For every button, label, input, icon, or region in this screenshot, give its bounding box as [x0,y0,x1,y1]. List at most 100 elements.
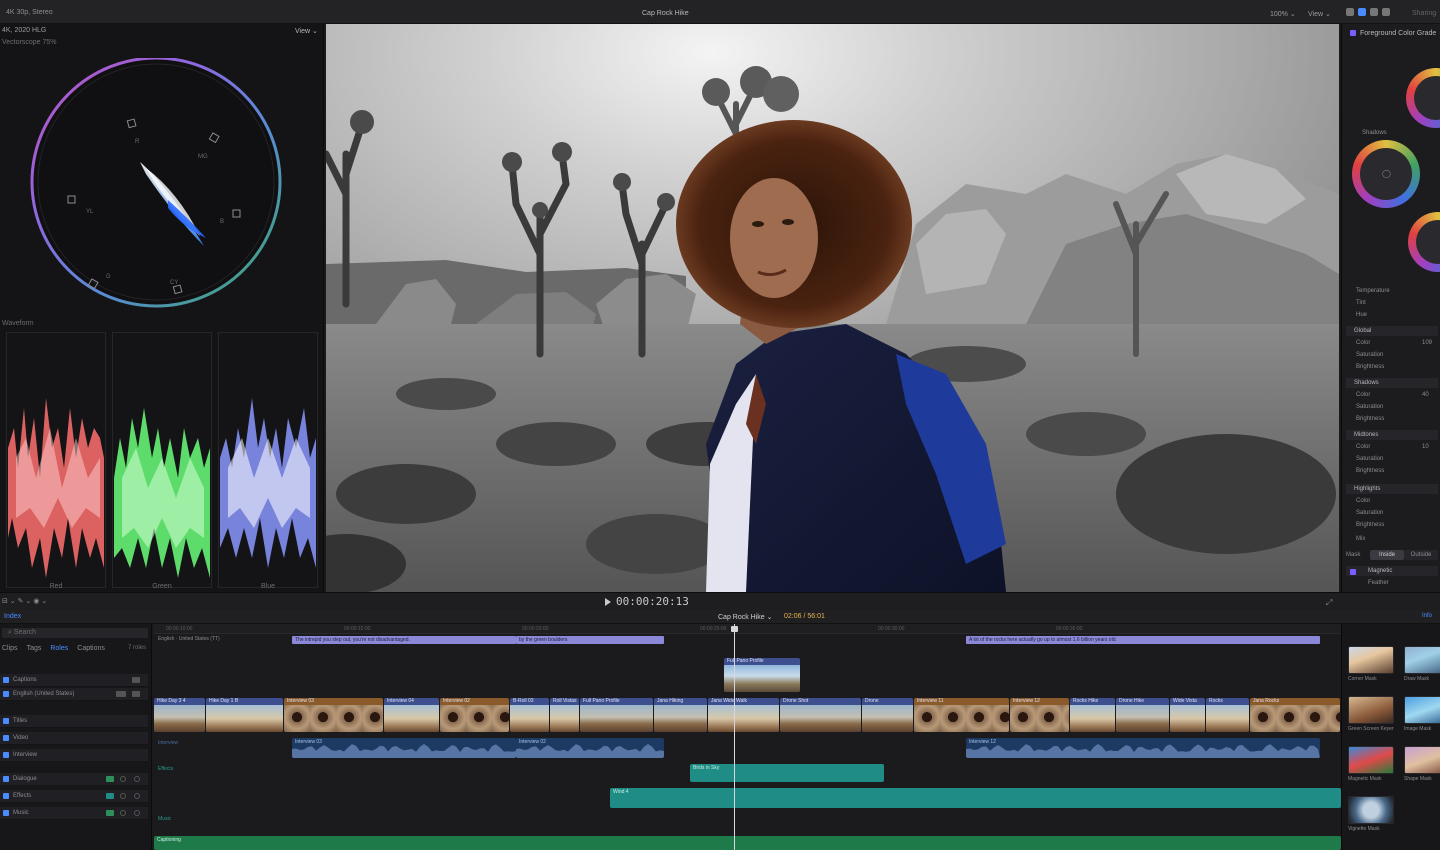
inspector-title[interactable]: Foreground Color Grade ⌄ [1350,29,1440,37]
role-row-effects[interactable]: Effects [0,790,148,803]
tab-captions[interactable]: Captions [77,645,105,652]
color-wheel-shadows[interactable]: ◯ [1352,140,1420,208]
audio-clip[interactable]: Interview 12 [966,738,1320,758]
storyline-clip[interactable]: B-Roll 03 [510,698,549,732]
role-checkbox[interactable] [3,793,9,799]
role-checkbox[interactable] [3,677,9,683]
scope-view-menu[interactable]: View ⌄ [295,27,318,35]
subrole-icon[interactable] [116,691,126,697]
lane-icon[interactable] [134,810,140,816]
role-checkbox[interactable] [3,752,9,758]
focus-icon[interactable] [120,776,126,782]
timeline[interactable]: 00:00:10:00 00:00:15:00 00:00:20:00 00:0… [154,624,1341,850]
caption-toggle-icon[interactable] [132,691,140,697]
edit-tools[interactable]: ⊟ ⌄ ✎ ⌄ ◉ ⌄ [2,597,47,605]
layout-icon[interactable] [1346,8,1354,16]
storyline-clip[interactable]: Interview 02 [440,698,509,732]
project-menu[interactable]: Cap Rock Hike ⌄ [718,613,773,621]
role-row-interview[interactable]: Interview [0,749,148,762]
effect-thumbnail[interactable]: Draw Mask [1404,646,1440,682]
section-global[interactable]: Global [1346,326,1438,336]
playhead[interactable] [734,624,735,850]
timecode-display[interactable]: 00:00:20:13 [616,595,689,608]
color-wheel-global[interactable] [1406,68,1440,128]
timeline-ruler[interactable]: 00:00:10:00 00:00:15:00 00:00:20:00 00:0… [154,624,1341,634]
effect-thumbnail[interactable]: Green Screen Keyer [1348,696,1396,732]
index-button[interactable]: Index [4,613,21,620]
view-menu[interactable]: View ⌄ [1308,10,1331,18]
fullscreen-icon[interactable]: ⤢ [1326,598,1332,608]
role-row-dialogue[interactable]: Dialogue [0,773,148,786]
tab-clips[interactable]: Clips [2,645,18,652]
effect-thumbnail[interactable]: Image Mask [1404,696,1440,732]
audio-icon[interactable] [1370,8,1378,16]
role-row-titles[interactable]: Titles [0,715,148,728]
caption-clip[interactable]: A lot of the rocks here actually go up t… [966,636,1320,644]
browser-header[interactable]: Info [1422,613,1432,619]
playhead-handle[interactable] [731,626,738,632]
role-row-video[interactable]: Video [0,732,148,745]
storyline-clip[interactable]: Jana Rocks [1250,698,1340,732]
role-checkbox[interactable] [3,718,9,724]
storyline-clip[interactable]: Rocks [1206,698,1249,732]
storyline-clip[interactable]: Drone Shot [780,698,861,732]
midtones-color-value[interactable]: 10 [1422,444,1429,450]
role-checkbox[interactable] [3,776,9,782]
storyline-clip[interactable]: Roll Vistas [550,698,579,732]
tab-tags[interactable]: Tags [27,645,42,652]
caption-clip[interactable]: by the green boulders [516,636,664,644]
effect-thumbnail[interactable]: Vignette Mask [1348,796,1396,832]
audio-clip[interactable]: Interview 03 [292,738,516,758]
magnetic-checkbox[interactable] [1350,569,1356,575]
storyline-clip[interactable]: Interview 12 [1010,698,1069,732]
tab-roles[interactable]: Roles [50,645,68,652]
storyline-clip[interactable]: Interview 11 [914,698,1009,732]
role-row-music[interactable]: Music [0,807,148,820]
focus-icon[interactable] [120,793,126,799]
inside-toggle[interactable]: Inside [1370,550,1404,560]
info-icon[interactable] [1382,8,1390,16]
storyline-clip[interactable]: Rocks Hike [1070,698,1115,732]
storyline-clip[interactable]: Wide Vista [1170,698,1205,732]
share-label[interactable]: Sharing [1412,10,1436,17]
storyline-clip[interactable]: Hike Day 3 4 [154,698,205,732]
storyline-clip[interactable]: Interview 03 [284,698,383,732]
section-midtones[interactable]: Midtones [1346,430,1438,440]
outside-toggle[interactable]: Outside [1404,550,1438,560]
focus-icon[interactable] [120,810,126,816]
storyline-clip[interactable]: Full Pano Profile [580,698,653,732]
video-viewer[interactable] [326,24,1339,592]
storyline-clip[interactable]: Hike Day 1 B [206,698,283,732]
magnetic-mask-row[interactable]: Magnetic [1346,566,1438,576]
storyline-clip[interactable]: Drone [862,698,913,732]
global-color-value[interactable]: 109 [1422,340,1432,346]
role-checkbox[interactable] [3,691,9,697]
shadows-color-value[interactable]: 40 [1422,392,1429,398]
lane-icon[interactable] [134,776,140,782]
dialogue-lane[interactable]: Captioning [154,836,1341,850]
wind-clip[interactable]: Wind 4 [610,788,1341,808]
storyline-clip[interactable]: Drone Hike [1116,698,1169,732]
play-button[interactable] [605,598,611,606]
storyline-clip[interactable]: Jana Hiking [654,698,707,732]
section-shadows[interactable]: Shadows [1346,378,1438,388]
index-search-input[interactable]: ⌕ Search [2,628,148,638]
zoom-menu[interactable]: 100% ⌄ [1270,10,1296,18]
storyline-clip[interactable]: Jana Wide Walk [708,698,779,732]
storyline-clip[interactable]: Interview 04 [384,698,439,732]
effects-clip[interactable]: Birds in Sky [690,764,884,782]
color-wheel-midtones[interactable] [1408,212,1440,272]
lane-icon[interactable] [134,793,140,799]
effect-thumbnail[interactable]: Magnetic Mask [1348,746,1396,782]
role-row-captions[interactable]: Captions [0,674,148,687]
effect-thumbnail[interactable]: Shape Mask [1404,746,1440,782]
section-highlights[interactable]: Highlights [1346,484,1438,494]
caption-clip[interactable]: The intrepid you step out, you're not di… [292,636,516,644]
caption-toggle-icon[interactable] [132,677,140,683]
role-checkbox[interactable] [3,735,9,741]
effect-thumbnail[interactable]: Corner Mask [1348,646,1396,682]
role-checkbox[interactable] [3,810,9,816]
audio-clip[interactable]: Interview 02 [516,738,664,758]
role-row-english[interactable]: English (United States) [0,688,148,701]
effects-icon[interactable] [1358,8,1366,16]
